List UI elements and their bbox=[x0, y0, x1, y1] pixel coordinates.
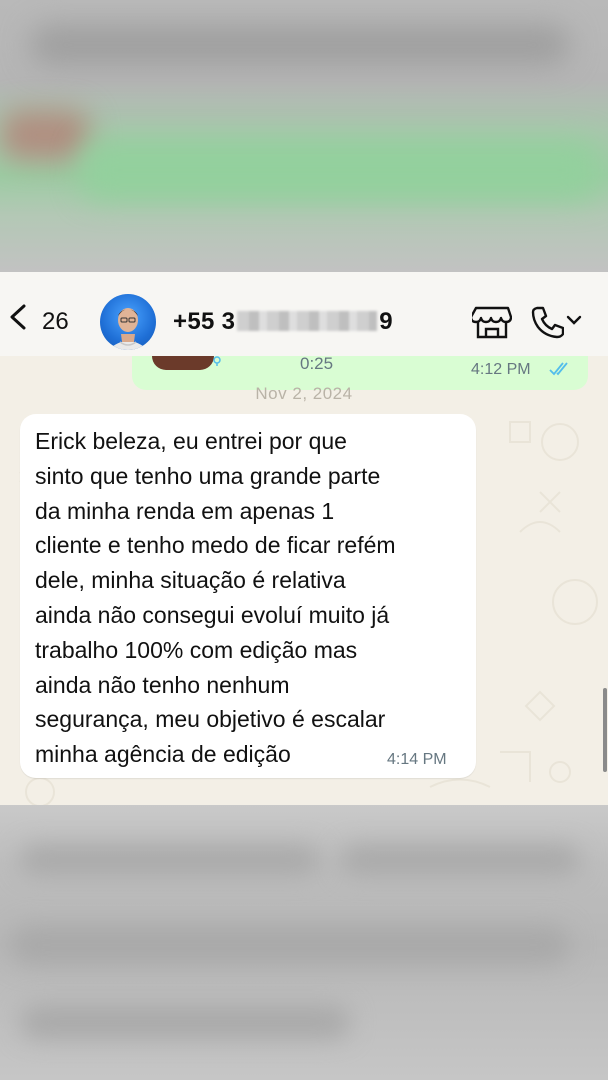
audio-duration: 0:25 bbox=[300, 354, 334, 373]
blurred-bottom-area bbox=[0, 805, 608, 1080]
phone-icon[interactable] bbox=[530, 304, 564, 340]
avatar[interactable] bbox=[100, 294, 156, 350]
redacted-phone-digits bbox=[237, 311, 378, 331]
contact-name-prefix: +55 3 bbox=[173, 308, 236, 335]
contact-name-suffix: 9 bbox=[379, 308, 393, 335]
store-icon[interactable] bbox=[472, 304, 512, 340]
date-separator: Nov 2, 2024 bbox=[255, 384, 353, 403]
scrollbar[interactable] bbox=[603, 688, 607, 772]
mic-icon bbox=[213, 356, 221, 366]
audio-sender-avatar bbox=[152, 356, 214, 370]
blurred-top-area bbox=[0, 0, 608, 272]
chat-screen: 26 +55 3 9 0:25 4:12 PM Nov 2, 2024 Erick… bbox=[0, 272, 608, 805]
unread-count[interactable]: 26 bbox=[42, 308, 69, 336]
message-time: 4:14 PM bbox=[387, 751, 447, 768]
chat-header: 26 +55 3 9 bbox=[0, 272, 608, 356]
message-text: Erick beleza, eu entrei por que sinto qu… bbox=[35, 428, 396, 768]
chevron-left-icon[interactable] bbox=[6, 302, 32, 332]
read-ticks-icon bbox=[549, 362, 568, 376]
avatar-person-icon bbox=[108, 308, 148, 350]
chevron-down-icon[interactable] bbox=[566, 314, 582, 326]
message-time: 4:12 PM bbox=[471, 361, 531, 378]
contact-name[interactable]: +55 3 9 bbox=[173, 308, 393, 336]
